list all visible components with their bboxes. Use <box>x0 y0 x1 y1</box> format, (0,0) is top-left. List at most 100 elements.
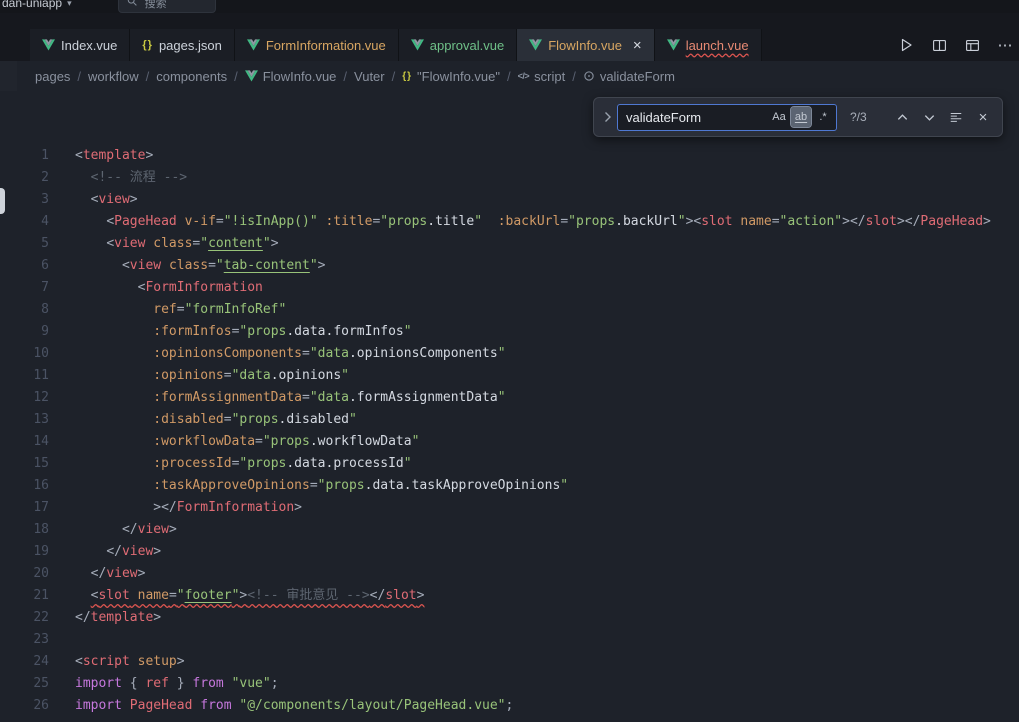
code-editor: Aa ab .* ?/3 × 1<template>2 <!-- 流程 -->3… <box>0 91 1019 722</box>
code-line[interactable]: 5 <view class="content"> <box>0 233 1019 255</box>
code-line[interactable]: 8 ref="formInfoRef" <box>0 299 1019 321</box>
code-line[interactable]: 13 :disabled="props.disabled" <box>0 409 1019 431</box>
tab-FlowInfo.vue[interactable]: FlowInfo.vue × <box>517 29 654 61</box>
code-line[interactable]: 18 </view> <box>0 519 1019 541</box>
line-content: <view class="content"> <box>49 233 279 255</box>
titlebar-search-label: 搜索 <box>145 0 167 11</box>
line-number: 23 <box>0 629 49 651</box>
code-line[interactable]: 1<template> <box>0 145 1019 167</box>
layout-button[interactable] <box>960 33 984 57</box>
line-number: 1 <box>0 145 49 167</box>
breadcrumb-separator: / <box>234 69 238 84</box>
breadcrumb-item[interactable]: Vuter <box>354 69 385 84</box>
code-line[interactable]: 23 <box>0 629 1019 651</box>
split-editor-button[interactable] <box>927 33 951 57</box>
chevron-down-icon: ▾ <box>67 0 72 9</box>
line-number: 5 <box>0 233 49 255</box>
code-line[interactable]: 16 :taskApproveOpinions="props.data.task… <box>0 475 1019 497</box>
breadcrumb-separator: / <box>343 69 347 84</box>
line-number: 18 <box>0 519 49 541</box>
line-content: :formAssignmentData="data.formAssignment… <box>49 387 506 409</box>
code-line[interactable]: 15 :processId="props.data.processId" <box>0 453 1019 475</box>
code-line[interactable]: 21 <slot name="footer"><!-- 审批意见 --></sl… <box>0 585 1019 607</box>
code-line[interactable]: 4 <PageHead v-if="!isInApp()" :title="pr… <box>0 211 1019 233</box>
code-line[interactable]: 9 :formInfos="props.data.formInfos" <box>0 321 1019 343</box>
tab-label: pages.json <box>159 38 222 53</box>
code-line[interactable]: 10 :opinionsComponents="data.opinionsCom… <box>0 343 1019 365</box>
find-match-count: ?/3 <box>850 110 867 124</box>
toggle-replace-chevron-icon[interactable] <box>599 105 615 129</box>
find-input-wrap: Aa ab .* <box>617 104 837 131</box>
code-line[interactable]: 3 <view> <box>0 189 1019 211</box>
line-content: ></FormInformation> <box>49 497 302 519</box>
line-content: :taskApproveOpinions="props.data.taskApp… <box>49 475 568 497</box>
line-number: 2 <box>0 167 49 189</box>
method-icon <box>583 70 595 82</box>
tab-approval.vue[interactable]: approval.vue <box>399 29 517 61</box>
find-in-selection-button[interactable] <box>945 106 967 128</box>
breadcrumb-label: validateForm <box>600 69 675 84</box>
line-number: 9 <box>0 321 49 343</box>
close-find-button[interactable]: × <box>972 106 994 128</box>
breadcrumb-item[interactable]: components <box>156 69 227 84</box>
breadcrumb-item[interactable]: pages <box>35 69 70 84</box>
code-area[interactable]: 1<template>2 <!-- 流程 -->3 <view>4 <PageH… <box>0 91 1019 722</box>
breadcrumb-item[interactable]: </>script <box>518 69 566 84</box>
line-number: 20 <box>0 563 49 585</box>
line-content: </view> <box>49 541 161 563</box>
code-line[interactable]: 14 :workflowData="props.workflowData" <box>0 431 1019 453</box>
next-match-button[interactable] <box>918 106 940 128</box>
code-line[interactable]: 25import { ref } from "vue"; <box>0 673 1019 695</box>
code-line[interactable]: 2 <!-- 流程 --> <box>0 167 1019 189</box>
tab-label: FlowInfo.vue <box>548 38 622 53</box>
tab-pages.json[interactable]: {} pages.json <box>130 29 234 61</box>
more-actions-button[interactable]: ⋯ <box>993 33 1017 57</box>
editor-window: dan-uniapp ▾ 搜索 Index.vue {} pages.json For… <box>0 0 1019 722</box>
code-line[interactable]: 24<script setup> <box>0 651 1019 673</box>
breadcrumb-item[interactable]: validateForm <box>583 69 675 84</box>
line-content: <template> <box>49 145 153 167</box>
code-line[interactable]: 20 </view> <box>0 563 1019 585</box>
previous-match-button[interactable] <box>891 106 913 128</box>
tab-label: approval.vue <box>430 38 504 53</box>
breadcrumb-separator: / <box>77 69 81 84</box>
tab-FormInformation.vue[interactable]: FormInformation.vue <box>235 29 399 61</box>
close-tab-icon[interactable]: × <box>633 38 642 53</box>
code-line[interactable]: 6 <view class="tab-content"> <box>0 255 1019 277</box>
titlebar-search[interactable]: 搜索 <box>118 0 216 13</box>
breadcrumb-separator: / <box>572 69 576 84</box>
code-line[interactable]: 26import PageHead from "@/components/lay… <box>0 695 1019 717</box>
breadcrumb-item[interactable]: workflow <box>88 69 139 84</box>
code-line[interactable]: 17 ></FormInformation> <box>0 497 1019 519</box>
line-number: 15 <box>0 453 49 475</box>
line-content: ref="formInfoRef" <box>49 299 286 321</box>
project-menu[interactable]: dan-uniapp ▾ <box>2 0 72 10</box>
tab-label: FormInformation.vue <box>266 38 386 53</box>
line-number: 12 <box>0 387 49 409</box>
line-number: 4 <box>0 211 49 233</box>
breadcrumb-item[interactable]: FlowInfo.vue <box>245 69 337 84</box>
line-content: :formInfos="props.data.formInfos" <box>49 321 412 343</box>
line-number: 10 <box>0 343 49 365</box>
tab-Index.vue[interactable]: Index.vue <box>30 29 130 61</box>
code-line[interactable]: 19 </view> <box>0 541 1019 563</box>
regex-button[interactable]: .* <box>813 107 833 127</box>
run-button[interactable] <box>894 33 918 57</box>
json-file-icon: {} <box>142 39 153 51</box>
line-number: 24 <box>0 651 49 673</box>
breadcrumb-label: script <box>534 69 565 84</box>
line-content: </view> <box>49 563 145 585</box>
code-line[interactable]: 7 <FormInformation <box>0 277 1019 299</box>
whole-word-button[interactable]: ab <box>791 107 811 127</box>
code-line[interactable]: 22</template> <box>0 607 1019 629</box>
tab-launch.vue[interactable]: launch.vue <box>655 29 762 61</box>
match-case-button[interactable]: Aa <box>769 107 789 127</box>
breadcrumb-label: workflow <box>88 69 139 84</box>
line-number: 8 <box>0 299 49 321</box>
panel-drag-handle[interactable] <box>0 188 5 214</box>
breadcrumb-item[interactable]: {}"FlowInfo.vue" <box>402 69 500 84</box>
code-line[interactable]: 12 :formAssignmentData="data.formAssignm… <box>0 387 1019 409</box>
line-number: 7 <box>0 277 49 299</box>
code-line[interactable]: 11 :opinions="data.opinions" <box>0 365 1019 387</box>
line-content: :processId="props.data.processId" <box>49 453 412 475</box>
